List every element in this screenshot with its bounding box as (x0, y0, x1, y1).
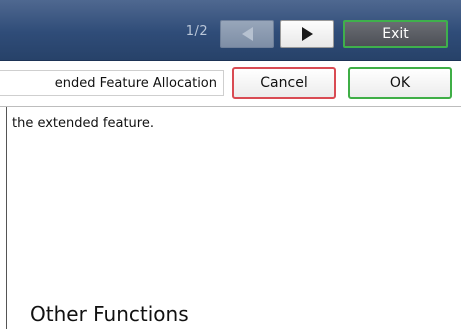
dialog-title: ended Feature Allocation (0, 70, 224, 96)
triangle-right-icon (301, 27, 313, 41)
top-bar: 1/2 Exit (0, 0, 461, 61)
page-indicator: 1/2 (185, 24, 209, 39)
ok-button[interactable]: OK (348, 67, 452, 99)
dialog-title-row: ended Feature Allocation Cancel OK (0, 64, 461, 104)
cancel-button[interactable]: Cancel (232, 67, 336, 99)
next-page-button[interactable] (280, 20, 334, 48)
previous-page-button[interactable] (220, 20, 274, 48)
dialog-message: the extended feature. (12, 116, 154, 131)
triangle-left-icon (241, 27, 253, 41)
exit-button[interactable]: Exit (343, 20, 448, 48)
divider (0, 106, 461, 107)
panel-border (6, 107, 7, 329)
other-functions-label: Other Functions (30, 302, 189, 326)
